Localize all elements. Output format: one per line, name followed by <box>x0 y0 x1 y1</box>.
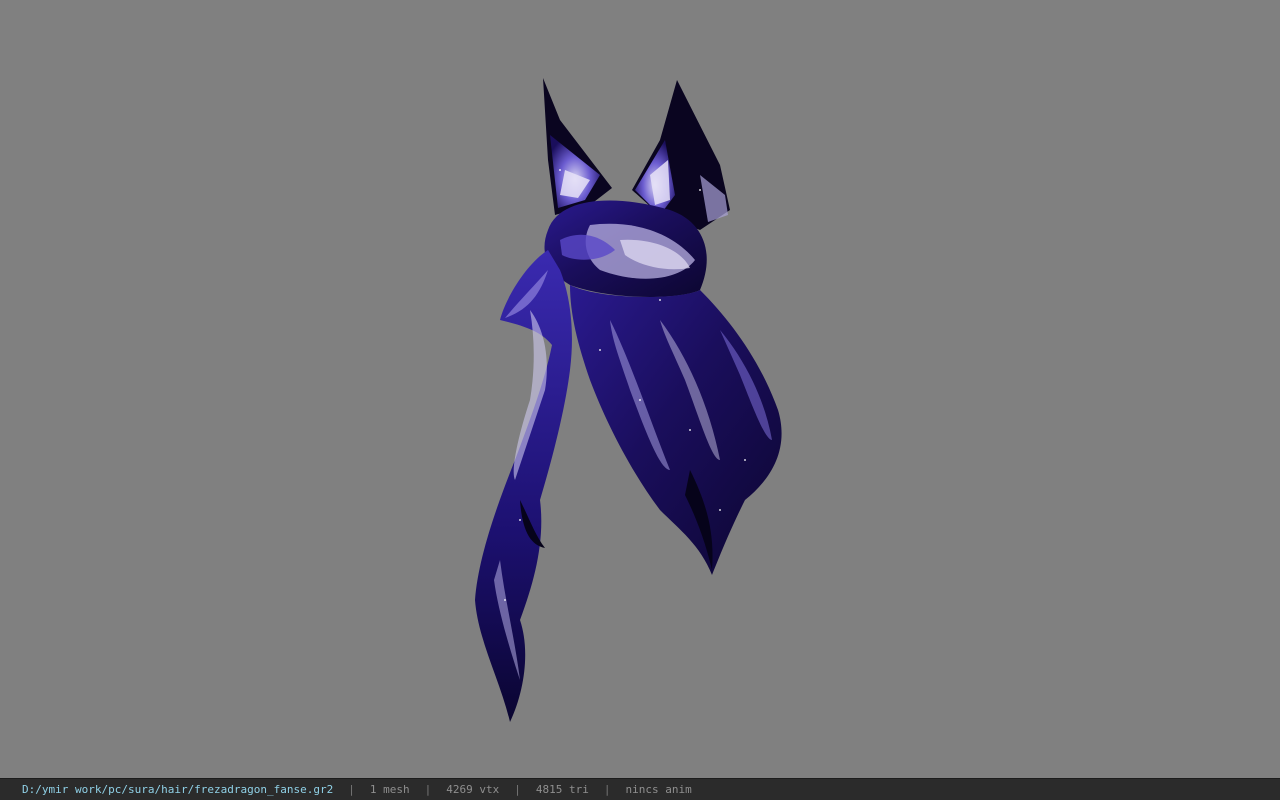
animation-status: nincs anim <box>625 783 692 796</box>
hair-ponytail <box>475 250 572 722</box>
vertex-count: 4269 vtx <box>446 783 500 796</box>
3d-viewport[interactable] <box>0 0 1280 778</box>
separator: | <box>514 783 521 796</box>
left-ear <box>543 78 612 215</box>
triangle-count: 4815 tri <box>535 783 589 796</box>
separator: | <box>348 783 355 796</box>
mesh-count: 1 mesh <box>369 783 410 796</box>
file-path: D:/ymir work/pc/sura/hair/frezadragon_fa… <box>22 783 334 796</box>
hair-back <box>570 285 782 575</box>
status-bar: D:/ymir work/pc/sura/hair/frezadragon_fa… <box>0 778 1280 800</box>
separator: | <box>603 783 611 796</box>
hair-model-render[interactable] <box>0 0 1280 778</box>
separator: | <box>424 783 432 796</box>
